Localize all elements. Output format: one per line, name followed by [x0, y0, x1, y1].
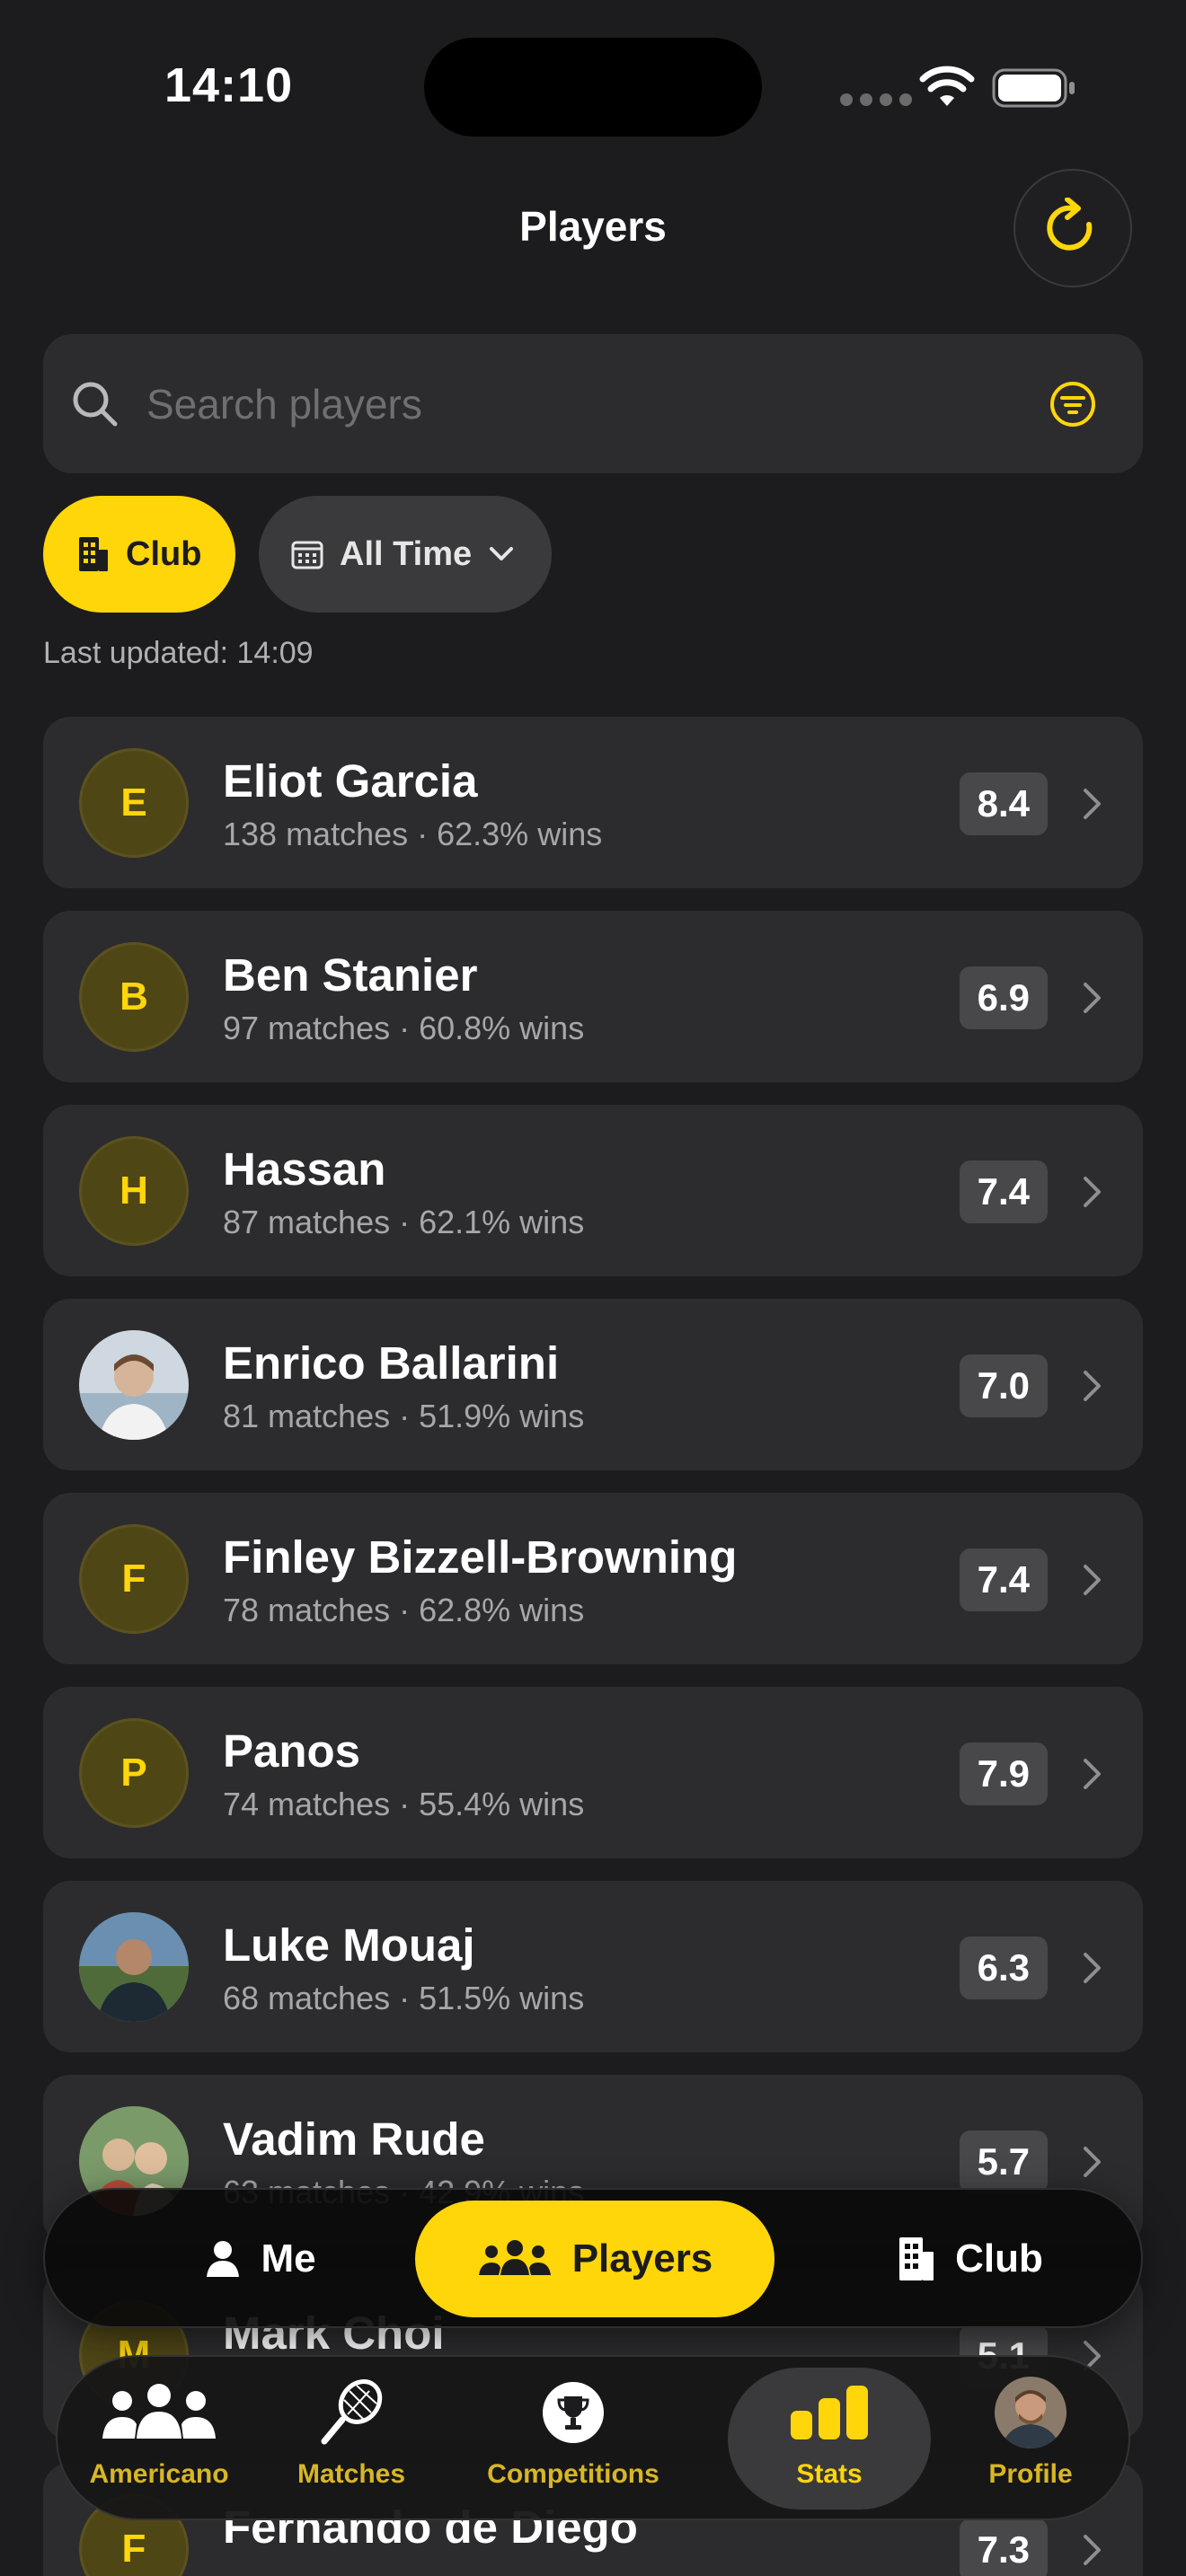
- player-name: Finley Bizzell-Browning: [223, 1531, 738, 1583]
- bar-chart-icon: [791, 2386, 868, 2439]
- player-stats: 78 matches · 62.8% wins: [223, 1592, 585, 1628]
- profile-photo: [79, 1912, 189, 2022]
- bottom-tab-bar: Americano Matches Competitions Stats Pro…: [56, 2355, 1130, 2520]
- player-row[interactable]: P Panos 74 matches · 55.4% wins 7.9: [43, 1687, 1143, 1858]
- club-filter-chip[interactable]: Club: [43, 496, 235, 613]
- player-name: Vadim Rude: [223, 2113, 485, 2165]
- people-icon: [102, 2384, 216, 2439]
- tab-competitions[interactable]: Competitions: [447, 2368, 699, 2510]
- player-stats: 81 matches · 51.9% wins: [223, 1398, 585, 1434]
- avatar: F: [79, 1524, 189, 1634]
- chevron-down-icon: [490, 547, 514, 560]
- player-row[interactable]: Luke Mouaj 68 matches · 51.5% wins 6.3: [43, 1881, 1143, 2052]
- player-row[interactable]: E Eliot Garcia 138 matches · 62.3% wins …: [43, 717, 1143, 888]
- rating-badge: 7.3: [959, 2519, 1048, 2576]
- segment-club[interactable]: Club: [836, 2201, 1105, 2317]
- player-name: Ben Stanier: [223, 949, 478, 1001]
- player-row[interactable]: H Hassan 87 matches · 62.1% wins 7.4: [43, 1105, 1143, 1276]
- chevron-right-icon: [1084, 1177, 1101, 1207]
- chevron-right-icon: [1084, 789, 1101, 819]
- segment-me-label: Me: [261, 2236, 316, 2280]
- avatar: P: [79, 1718, 189, 1828]
- people-icon: [478, 2240, 551, 2275]
- segment-club-label: Club: [955, 2236, 1043, 2280]
- avatar: [79, 1330, 189, 1440]
- cellular-signal-icon: [840, 93, 912, 106]
- rating-badge: 8.4: [959, 772, 1048, 835]
- rating-badge: 7.4: [959, 1160, 1048, 1223]
- rating-badge: 6.3: [959, 1936, 1048, 1999]
- player-stats: 138 matches · 62.3% wins: [223, 816, 603, 852]
- chevron-right-icon: [1084, 1371, 1101, 1401]
- player-name: Eliot Garcia: [223, 755, 478, 807]
- player-row[interactable]: Enrico Ballarini 81 matches · 51.9% wins…: [43, 1299, 1143, 1470]
- tab-stats-label: Stats: [796, 2459, 863, 2489]
- chevron-right-icon: [1084, 2147, 1101, 2177]
- player-name: Luke Mouaj: [223, 1919, 475, 1971]
- tab-matches[interactable]: Matches: [257, 2368, 446, 2510]
- tab-profile-label: Profile: [988, 2459, 1073, 2489]
- building-icon: [79, 537, 108, 571]
- chevron-right-icon: [1084, 1565, 1101, 1595]
- search-input[interactable]: [146, 370, 1027, 438]
- rating-badge: 6.9: [959, 966, 1048, 1029]
- club-filter-label: Club: [126, 534, 202, 573]
- chevron-right-icon: [1084, 983, 1101, 1013]
- wifi-icon: [919, 66, 975, 106]
- calendar-icon: [291, 541, 323, 569]
- rating-badge: 7.4: [959, 1548, 1048, 1611]
- status-bar: 14:10: [0, 0, 1186, 171]
- person-icon: [207, 2241, 240, 2277]
- player-row[interactable]: B Ben Stanier 97 matches · 60.8% wins 6.…: [43, 911, 1143, 1082]
- player-row[interactable]: F Finley Bizzell-Browning 78 matches · 6…: [43, 1493, 1143, 1664]
- last-updated-text: Last updated: 14:09: [43, 636, 314, 670]
- avatar: [79, 1912, 189, 2022]
- tab-profile[interactable]: Profile: [936, 2368, 1125, 2510]
- segment-players[interactable]: Players: [415, 2201, 774, 2317]
- filter-icon[interactable]: [1048, 379, 1098, 429]
- rating-badge: 5.7: [959, 2130, 1048, 2193]
- building-icon: [899, 2237, 934, 2280]
- dynamic-island: [424, 38, 762, 137]
- page-title: Players: [519, 203, 667, 250]
- search-bar[interactable]: [43, 334, 1143, 473]
- avatar: E: [79, 748, 189, 858]
- player-name: Panos: [223, 1725, 361, 1777]
- avatar: B: [79, 942, 189, 1052]
- profile-photo: [79, 1330, 189, 1440]
- player-name: Enrico Ballarini: [223, 1337, 560, 1389]
- player-stats: 87 matches · 62.1% wins: [223, 1204, 585, 1240]
- segment-me[interactable]: Me: [144, 2201, 377, 2317]
- avatar: H: [79, 1136, 189, 1246]
- time-period-label: All Time: [340, 534, 473, 573]
- tab-stats[interactable]: Stats: [728, 2368, 931, 2510]
- rating-badge: 7.9: [959, 1742, 1048, 1805]
- chevron-right-icon: [1084, 1759, 1101, 1789]
- refresh-icon: [1047, 198, 1093, 251]
- time-period-dropdown[interactable]: All Time: [259, 496, 552, 613]
- battery-icon: [992, 68, 1075, 108]
- status-time: 14:10: [164, 58, 294, 112]
- tab-matches-label: Matches: [296, 2459, 406, 2489]
- tab-americano-label: Americano: [89, 2459, 229, 2489]
- player-name: Hassan: [223, 1143, 386, 1195]
- tab-competitions-label: Competitions: [487, 2459, 659, 2489]
- tab-americano[interactable]: Americano: [65, 2368, 253, 2510]
- trophy-icon: [543, 2382, 604, 2443]
- player-stats: 74 matches · 55.4% wins: [223, 1786, 585, 1822]
- chevron-right-icon: [1084, 2535, 1101, 2565]
- racket-icon: [321, 2379, 383, 2445]
- player-stats: 68 matches · 51.5% wins: [223, 1980, 585, 2016]
- player-stats: 97 matches · 60.8% wins: [223, 1010, 585, 1046]
- refresh-button[interactable]: [1013, 169, 1132, 287]
- profile-avatar-icon: [995, 2377, 1067, 2448]
- search-icon: [73, 382, 118, 427]
- rating-badge: 7.0: [959, 1354, 1048, 1417]
- chevron-right-icon: [1084, 1953, 1101, 1983]
- segment-players-label: Players: [571, 2236, 713, 2280]
- scope-segmented-control: Me Players Club: [43, 2188, 1143, 2328]
